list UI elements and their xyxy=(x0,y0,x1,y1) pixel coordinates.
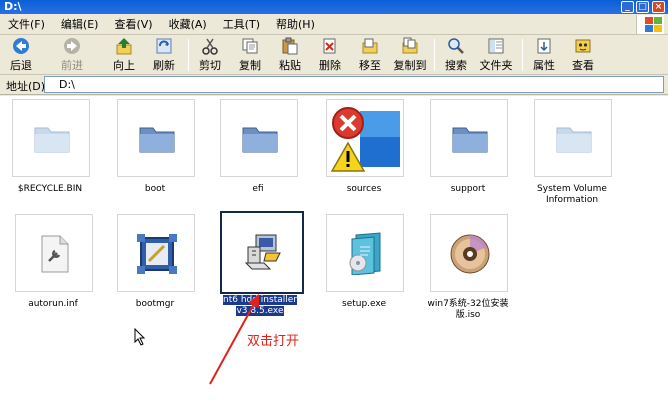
address-input[interactable]: D:\ xyxy=(44,76,664,93)
back-arrow-icon xyxy=(13,38,29,54)
menu-help[interactable]: 帮助(H) xyxy=(276,16,315,32)
delete-button[interactable]: 删除 xyxy=(316,37,344,73)
annotation-arrow-icon xyxy=(209,294,259,385)
menu-bar: 文件(F) 编辑(E) 查看(V) 收藏(A) 工具(T) 帮助(H) xyxy=(0,14,668,35)
paste-clipboard-icon xyxy=(282,37,298,55)
menu-file[interactable]: 文件(F) xyxy=(8,16,45,32)
delete-icon xyxy=(323,38,336,54)
folder-tree-icon xyxy=(488,38,504,54)
copy-icon xyxy=(242,38,258,54)
properties-button[interactable]: 属性 xyxy=(530,37,558,73)
menu-favorites[interactable]: 收藏(A) xyxy=(169,16,207,32)
copy-button[interactable]: 复制 xyxy=(236,37,264,73)
maximize-button[interactable]: □ xyxy=(636,1,649,13)
view-button[interactable]: 查看 xyxy=(568,37,598,73)
up-folder-icon xyxy=(116,38,132,55)
windows-logo-icon xyxy=(636,15,664,34)
toolbar-separator xyxy=(522,39,523,71)
copy-to-button[interactable]: 复制到 xyxy=(392,37,428,73)
properties-icon xyxy=(537,38,551,54)
back-button[interactable]: 后退 xyxy=(6,37,36,73)
file-view: $RECYCLE.BIN boot efi sources support Sy… xyxy=(0,96,668,400)
menu-edit[interactable]: 编辑(E) xyxy=(61,16,99,32)
menu-view[interactable]: 查看(V) xyxy=(114,16,152,32)
move-to-button[interactable]: 移至 xyxy=(356,37,384,73)
annotation-text: 双击打开 xyxy=(247,334,300,349)
close-button[interactable]: × xyxy=(652,1,665,13)
forward-button[interactable]: 前进 xyxy=(54,37,90,73)
menu-tools[interactable]: 工具(T) xyxy=(223,16,260,32)
move-to-folder-icon xyxy=(362,38,378,54)
up-button[interactable]: 向上 xyxy=(110,37,138,73)
refresh-button[interactable]: 刷新 xyxy=(150,37,178,73)
minimize-button[interactable]: _ xyxy=(621,1,634,13)
address-bar: 地址(D) D:\ xyxy=(0,75,668,95)
paste-button[interactable]: 粘贴 xyxy=(276,37,304,73)
title-bar: D:\ _ □ × xyxy=(0,0,668,14)
view-icon xyxy=(575,39,591,53)
address-label: 地址(D) xyxy=(6,80,46,93)
toolbar: 后退 前进 向上 刷新 剪切 复制 粘贴 删除 移至 复制到 搜索 文件夹 属性… xyxy=(0,35,668,75)
cut-button[interactable]: 剪切 xyxy=(196,37,224,73)
search-button[interactable]: 搜索 xyxy=(442,37,470,73)
copy-to-folder-icon xyxy=(402,37,418,54)
search-icon xyxy=(448,38,464,54)
scissors-icon xyxy=(202,38,218,55)
forward-arrow-icon xyxy=(64,38,80,54)
window-title: D:\ xyxy=(4,0,22,13)
toolbar-separator xyxy=(434,39,435,71)
folders-button[interactable]: 文件夹 xyxy=(478,37,514,73)
refresh-icon xyxy=(156,38,172,54)
toolbar-separator xyxy=(188,39,189,71)
